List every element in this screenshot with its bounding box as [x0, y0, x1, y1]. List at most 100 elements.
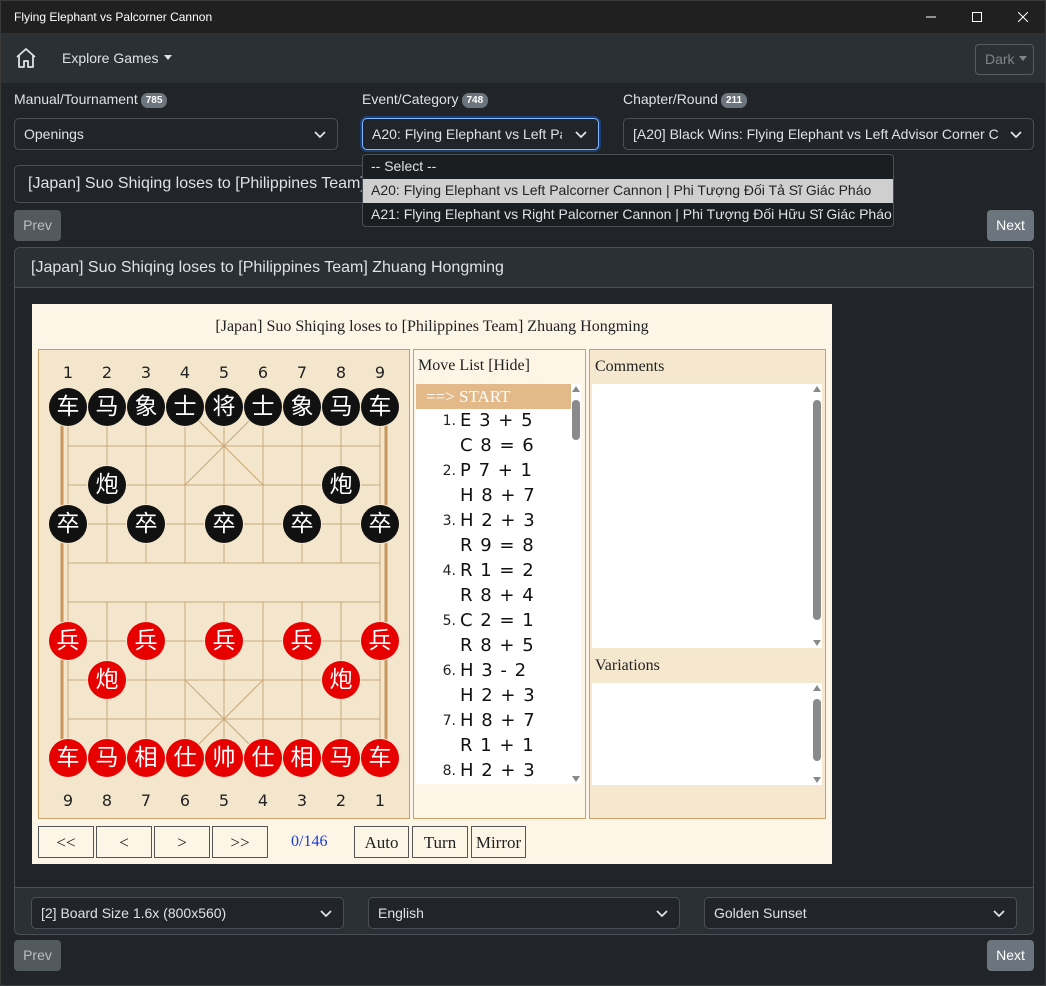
- variations-textarea[interactable]: [592, 683, 814, 785]
- black-piece[interactable]: 象: [283, 388, 321, 426]
- prev-button[interactable]: Prev: [14, 210, 61, 241]
- black-piece[interactable]: 车: [361, 388, 399, 426]
- red-piece[interactable]: 兵: [127, 622, 165, 660]
- black-piece[interactable]: 士: [166, 388, 204, 426]
- card-footer: [2] Board Size 1.6x (800x560) English Go…: [15, 887, 1033, 934]
- move-row[interactable]: C 8 = 6: [416, 434, 571, 459]
- black-piece[interactable]: 卒: [127, 505, 165, 543]
- red-piece[interactable]: 仕: [166, 739, 204, 777]
- comments-scrollbar[interactable]: [812, 384, 822, 648]
- move-number: 7.: [442, 713, 456, 729]
- red-piece[interactable]: 仕: [244, 739, 282, 777]
- scroll-up-icon[interactable]: [813, 386, 821, 392]
- scroll-up-icon[interactable]: [572, 386, 580, 392]
- first-move-button[interactable]: <<: [38, 826, 94, 858]
- next-button-bottom[interactable]: Next: [987, 940, 1034, 971]
- scroll-thumb[interactable]: [813, 699, 821, 761]
- move-list-scrollbar[interactable]: [571, 384, 581, 784]
- move-row[interactable]: R 8 + 5: [416, 634, 571, 659]
- scroll-down-icon[interactable]: [813, 640, 821, 646]
- red-piece[interactable]: 马: [88, 739, 126, 777]
- home-icon[interactable]: [14, 46, 38, 70]
- move-row[interactable]: 5. C 2 = 1: [416, 609, 571, 634]
- move-row[interactable]: R 8 + 4: [416, 584, 571, 609]
- move-row[interactable]: R 1 + 1: [416, 734, 571, 759]
- chevron-down-icon: [575, 131, 587, 139]
- move-row[interactable]: H 2 + 3: [416, 684, 571, 709]
- red-piece[interactable]: 兵: [49, 622, 87, 660]
- black-piece[interactable]: 士: [244, 388, 282, 426]
- comments-textarea[interactable]: [592, 384, 814, 648]
- move-row[interactable]: 3. H 2 + 3: [416, 509, 571, 534]
- black-piece[interactable]: 卒: [49, 505, 87, 543]
- black-piece[interactable]: 卒: [283, 505, 321, 543]
- black-piece[interactable]: 将: [205, 388, 243, 426]
- move-row[interactable]: R 9 = 8: [416, 534, 571, 559]
- language-value: English: [378, 905, 424, 921]
- red-piece[interactable]: 炮: [88, 661, 126, 699]
- dropdown-option[interactable]: -- Select --: [363, 155, 893, 179]
- file-label-bottom: 7: [140, 791, 152, 810]
- turn-board-button[interactable]: Turn: [412, 826, 468, 858]
- board-theme-select[interactable]: Golden Sunset: [704, 897, 1017, 929]
- prev-button-bottom[interactable]: Prev: [14, 940, 61, 971]
- file-label-top: 5: [218, 363, 230, 382]
- red-piece[interactable]: 兵: [283, 622, 321, 660]
- explore-games-menu[interactable]: Explore Games: [62, 50, 173, 66]
- scroll-down-icon[interactable]: [572, 776, 580, 782]
- prev-move-button[interactable]: <: [96, 826, 152, 858]
- black-piece[interactable]: 象: [127, 388, 165, 426]
- file-label-bottom: 2: [335, 791, 347, 810]
- event-dropdown-list: -- Select -- A20: Flying Elephant vs Lef…: [362, 154, 894, 227]
- event-select[interactable]: A20: Flying Elephant vs Left Palcorner C…: [362, 118, 599, 150]
- close-icon[interactable]: [1000, 1, 1046, 33]
- move-text: R 8 + 4: [460, 585, 535, 606]
- black-piece[interactable]: 炮: [322, 466, 360, 504]
- red-piece[interactable]: 车: [49, 739, 87, 777]
- black-piece[interactable]: 马: [322, 388, 360, 426]
- file-label-top: 4: [179, 363, 191, 382]
- variations-scrollbar[interactable]: [812, 683, 822, 785]
- black-piece[interactable]: 卒: [361, 505, 399, 543]
- scroll-thumb[interactable]: [572, 400, 580, 440]
- red-piece[interactable]: 炮: [322, 661, 360, 699]
- move-row[interactable]: 6. H 3 - 2: [416, 659, 571, 684]
- red-piece[interactable]: 相: [283, 739, 321, 777]
- auto-play-button[interactable]: Auto: [354, 826, 409, 858]
- red-piece[interactable]: 兵: [205, 622, 243, 660]
- theme-toggle-button[interactable]: Dark: [975, 44, 1034, 75]
- red-piece[interactable]: 兵: [361, 622, 399, 660]
- next-move-button[interactable]: >: [154, 826, 210, 858]
- move-row[interactable]: 1. E 3 + 5: [416, 409, 571, 434]
- dropdown-option[interactable]: A20: Flying Elephant vs Left Palcorner C…: [363, 179, 893, 203]
- next-button[interactable]: Next: [987, 210, 1034, 241]
- chapter-select[interactable]: [A20] Black Wins: Flying Elephant vs Lef…: [623, 118, 1034, 150]
- language-select[interactable]: English: [368, 897, 680, 929]
- move-row[interactable]: H 8 + 7: [416, 484, 571, 509]
- board-size-select[interactable]: [2] Board Size 1.6x (800x560): [31, 897, 344, 929]
- black-piece[interactable]: 卒: [205, 505, 243, 543]
- move-row[interactable]: 7. H 8 + 7: [416, 709, 571, 734]
- mirror-board-button[interactable]: Mirror: [471, 826, 526, 858]
- scroll-up-icon[interactable]: [813, 685, 821, 691]
- move-list-hide-link[interactable]: [Hide]: [488, 357, 530, 374]
- red-piece[interactable]: 车: [361, 739, 399, 777]
- maximize-icon[interactable]: [954, 1, 1000, 33]
- board-area[interactable]: 车马象士将士象马车炮炮卒卒卒卒卒兵兵兵兵兵炮炮车马相仕帅仕相马车19283746…: [38, 349, 410, 819]
- move-row[interactable]: 8. H 2 + 3: [416, 759, 571, 784]
- move-row[interactable]: 2. P 7 + 1: [416, 459, 571, 484]
- black-piece[interactable]: 车: [49, 388, 87, 426]
- move-start[interactable]: ==> START: [416, 384, 571, 409]
- red-piece[interactable]: 帅: [205, 739, 243, 777]
- scroll-thumb[interactable]: [813, 400, 821, 620]
- manual-select[interactable]: Openings: [14, 118, 338, 150]
- last-move-button[interactable]: >>: [212, 826, 268, 858]
- scroll-down-icon[interactable]: [813, 777, 821, 783]
- red-piece[interactable]: 相: [127, 739, 165, 777]
- black-piece[interactable]: 炮: [88, 466, 126, 504]
- dropdown-option[interactable]: A21: Flying Elephant vs Right Palcorner …: [363, 203, 893, 226]
- move-row[interactable]: 4. R 1 = 2: [416, 559, 571, 584]
- red-piece[interactable]: 马: [322, 739, 360, 777]
- black-piece[interactable]: 马: [88, 388, 126, 426]
- minimize-icon[interactable]: [908, 1, 954, 33]
